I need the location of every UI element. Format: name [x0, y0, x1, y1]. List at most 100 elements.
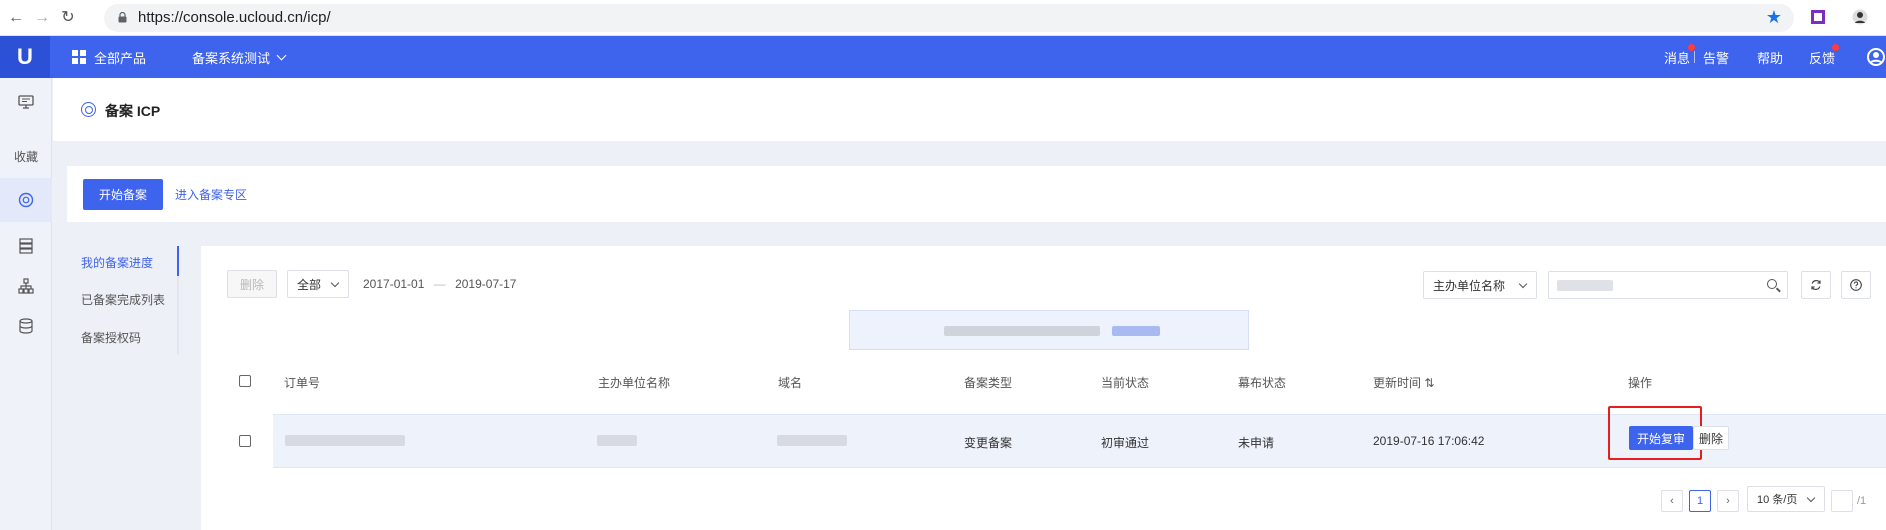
favorites-label: 收藏: [13, 149, 38, 164]
all-products-label: 全部产品: [94, 50, 147, 66]
top-navigation-bar: U 全部产品 备案系统测试 消息 告警 帮助 反馈: [0, 36, 1886, 78]
date-range-picker[interactable]: 2017-01-01 — 2019-07-17: [363, 277, 516, 291]
date-end: 2019-07-17: [455, 277, 517, 291]
extension-icon[interactable]: [1810, 9, 1826, 25]
help-button[interactable]: [1841, 271, 1871, 299]
page-total: /1: [1857, 495, 1867, 507]
address-bar[interactable]: https://console.ucloud.cn/icp/ ★: [104, 4, 1794, 32]
page-size-value: 10 条/页: [1757, 494, 1798, 506]
forward-arrow-icon[interactable]: →: [32, 8, 52, 28]
redacted-notice-link: [1112, 326, 1160, 336]
sidebar-item-icp[interactable]: [0, 178, 52, 222]
redacted-search-text: [1557, 280, 1613, 291]
table-header: 订单号 主办单位名称 域名 备案类型 当前状态 幕布状态 更新时间 ⇅ 操作: [227, 374, 1886, 408]
messages-link[interactable]: 消息: [1664, 36, 1690, 78]
subnav-item-auth-code[interactable]: 备案授权码: [81, 329, 141, 346]
user-avatar-icon[interactable]: [1866, 47, 1886, 67]
sidebar-item-database[interactable]: [0, 304, 52, 348]
network-tree-icon: [18, 278, 34, 294]
chevron-down-icon: [276, 50, 287, 60]
notice-banner: [849, 310, 1249, 350]
status-filter-select[interactable]: 全部: [287, 270, 349, 298]
icp-filing-icon: [18, 192, 34, 208]
feedback-link[interactable]: 反馈: [1809, 36, 1835, 78]
enter-filing-zone-link[interactable]: 进入备案专区: [175, 186, 247, 203]
cell-filing-type: 变更备案: [964, 436, 1013, 450]
header-order-number: 订单号: [284, 376, 321, 390]
next-page-button[interactable]: ›: [1717, 490, 1739, 512]
monitor-icon: [18, 95, 34, 109]
page-header: 备案 ICP: [53, 78, 1886, 141]
browser-toolbar: ← → ↻ https://console.ucloud.cn/icp/ ★: [0, 0, 1886, 36]
project-selector[interactable]: 备案系统测试: [192, 36, 287, 78]
delete-selected-button[interactable]: 删除: [227, 270, 277, 298]
select-all-checkbox[interactable]: [239, 375, 251, 387]
all-products-menu[interactable]: 全部产品: [72, 36, 146, 78]
alerts-link[interactable]: 告警: [1703, 36, 1729, 78]
question-circle-icon: [1850, 279, 1862, 291]
header-filing-type: 备案类型: [964, 376, 1013, 390]
header-curtain-status: 幕布状态: [1238, 376, 1287, 390]
messages-badge-dot: [1688, 44, 1695, 51]
row-delete-button[interactable]: 删除: [1693, 426, 1729, 450]
start-review-button[interactable]: 开始复审: [1629, 426, 1693, 450]
search-field-value: 主办单位名称: [1433, 278, 1506, 293]
date-separator: —: [433, 277, 446, 291]
cell-updated-time: 2019-07-16 17:06:42: [1373, 434, 1485, 448]
back-arrow-icon[interactable]: ←: [6, 8, 26, 28]
chevron-down-icon: [1518, 279, 1528, 289]
page-title: 备案 ICP: [105, 103, 161, 119]
search-input[interactable]: [1548, 271, 1788, 299]
bookmark-star-icon[interactable]: ★: [1766, 7, 1782, 28]
sidebar-item-network[interactable]: [0, 264, 52, 308]
page-1-button[interactable]: 1: [1689, 490, 1711, 512]
sidebar-item-storage[interactable]: [0, 224, 52, 268]
sub-navigation: 我的备案进度 已备案完成列表 备案授权码: [67, 246, 179, 530]
chevron-down-icon: [1806, 493, 1816, 503]
chevron-down-icon: [330, 278, 340, 288]
reload-icon[interactable]: ↻: [58, 8, 78, 28]
search-field-select[interactable]: 主办单位名称: [1423, 271, 1537, 299]
cell-curtain-status: 未申请: [1238, 436, 1275, 450]
header-current-status: 当前状态: [1101, 376, 1150, 390]
subnav-item-my-progress[interactable]: 我的备案进度: [81, 254, 153, 271]
filing-progress-panel: 删除 全部 2017-01-01 — 2019-07-17 主办单位名称 订单号…: [201, 246, 1886, 530]
redacted-notice-text: [944, 326, 1100, 336]
grid-icon: [72, 50, 86, 64]
help-link[interactable]: 帮助: [1757, 36, 1783, 78]
prev-page-button[interactable]: ‹: [1661, 490, 1683, 512]
status-filter-value: 全部: [297, 277, 322, 292]
project-label: 备案系统测试: [192, 50, 271, 66]
redacted-order-number: [285, 435, 405, 446]
date-start: 2017-01-01: [363, 277, 425, 291]
redacted-domain: [777, 435, 847, 446]
refresh-button[interactable]: [1801, 271, 1831, 299]
address-url: https://console.ucloud.cn/icp/: [138, 9, 331, 26]
header-updated-time-label: 更新时间: [1373, 376, 1422, 390]
profile-avatar-icon[interactable]: [1852, 9, 1868, 25]
search-icon[interactable]: [1767, 279, 1777, 289]
action-bar: 开始备案 进入备案专区: [67, 166, 1886, 222]
sidebar-item-monitor[interactable]: [0, 80, 52, 124]
cell-current-status: 初审通过: [1101, 436, 1150, 450]
sort-icon[interactable]: ⇅: [1424, 376, 1434, 390]
header-domain: 域名: [778, 376, 803, 390]
header-actions: 操作: [1628, 376, 1653, 390]
subnav-active-indicator: [177, 246, 179, 276]
header-organizer-name: 主办单位名称: [598, 376, 671, 390]
redacted-organizer-name: [597, 435, 637, 446]
ucloud-logo[interactable]: U: [0, 36, 50, 78]
feedback-badge-dot: [1832, 44, 1839, 51]
icp-title-icon: [81, 102, 96, 117]
left-sidebar: 收藏: [0, 78, 52, 530]
sidebar-item-favorites[interactable]: 收藏: [0, 134, 52, 178]
storage-icon: [19, 238, 33, 254]
subnav-item-completed-list[interactable]: 已备案完成列表: [81, 291, 165, 308]
header-divider: [1694, 51, 1695, 63]
row-checkbox[interactable]: [239, 435, 251, 447]
database-icon: [19, 318, 33, 334]
header-updated-time[interactable]: 更新时间 ⇅: [1373, 374, 1434, 391]
page-size-select[interactable]: 10 条/页: [1747, 486, 1825, 512]
page-jump-input[interactable]: [1831, 490, 1853, 512]
start-filing-button[interactable]: 开始备案: [83, 179, 163, 210]
